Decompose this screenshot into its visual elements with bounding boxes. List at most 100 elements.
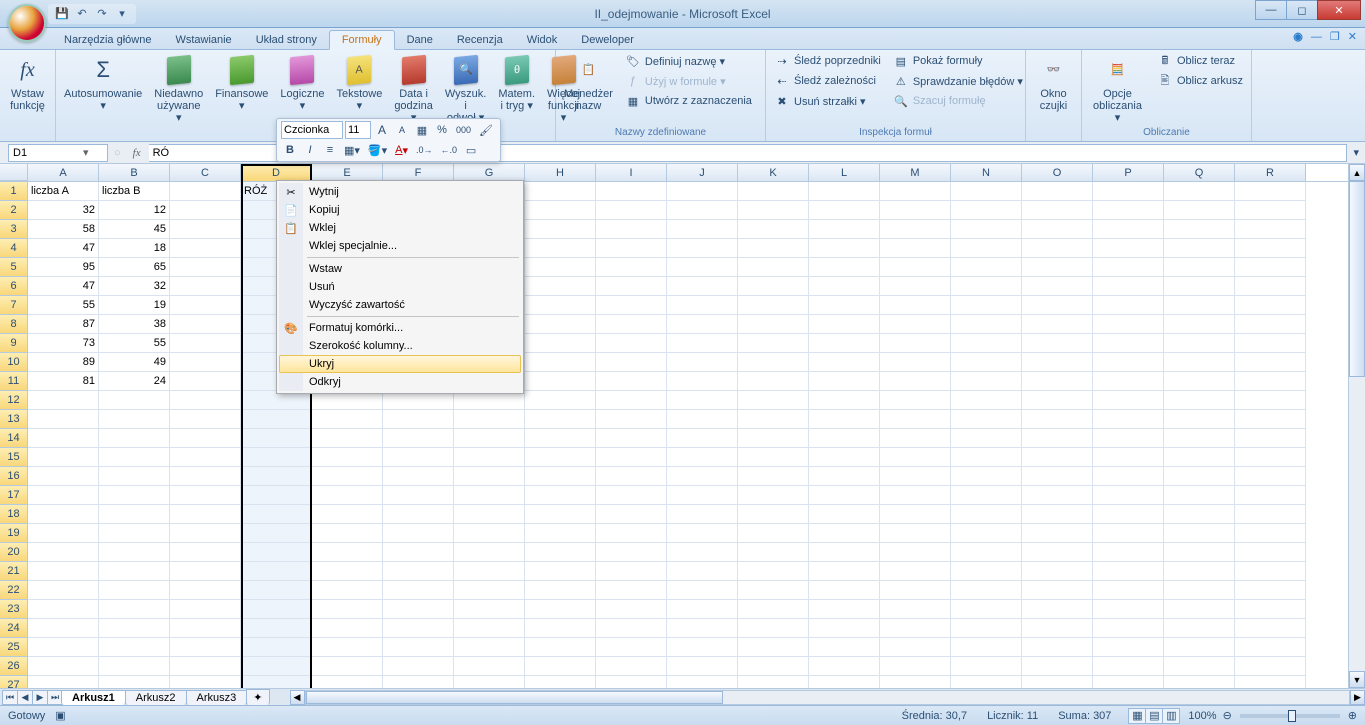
cell[interactable] <box>1235 600 1306 619</box>
calc-now-button[interactable]: 🖩Oblicz teraz <box>1153 52 1247 70</box>
cell[interactable] <box>170 676 241 688</box>
cell[interactable] <box>809 239 880 258</box>
cell[interactable] <box>1164 182 1235 201</box>
cell[interactable] <box>1022 448 1093 467</box>
doc-minimize-button[interactable]: — <box>1311 31 1322 43</box>
cell[interactable] <box>99 543 170 562</box>
cell[interactable]: 55 <box>99 334 170 353</box>
cell[interactable] <box>596 391 667 410</box>
row-header[interactable]: 10 <box>0 353 28 372</box>
column-header-H[interactable]: H <box>525 164 596 181</box>
cell[interactable] <box>667 543 738 562</box>
cell[interactable] <box>28 486 99 505</box>
cell[interactable] <box>1235 239 1306 258</box>
cell[interactable] <box>951 410 1022 429</box>
cell[interactable] <box>1093 410 1164 429</box>
cell[interactable] <box>738 676 809 688</box>
column-header-P[interactable]: P <box>1093 164 1164 181</box>
cell[interactable] <box>170 372 241 391</box>
cell[interactable] <box>738 505 809 524</box>
cell[interactable] <box>1093 619 1164 638</box>
row-header[interactable]: 12 <box>0 391 28 410</box>
cell[interactable] <box>525 448 596 467</box>
scroll-up-button[interactable]: ▲ <box>1349 164 1365 181</box>
context-cut[interactable]: ✂Wytnij <box>279 183 521 201</box>
cell[interactable] <box>880 201 951 220</box>
cell[interactable] <box>809 524 880 543</box>
cell[interactable]: 18 <box>99 239 170 258</box>
cell[interactable] <box>241 448 312 467</box>
cell[interactable] <box>28 676 99 688</box>
cell[interactable] <box>880 296 951 315</box>
sheet-prev-button[interactable]: ◀ <box>17 690 33 705</box>
cell[interactable] <box>1093 657 1164 676</box>
cell[interactable] <box>99 619 170 638</box>
cell[interactable] <box>1164 429 1235 448</box>
cell[interactable]: 55 <box>28 296 99 315</box>
cell[interactable] <box>667 448 738 467</box>
row-header[interactable]: 18 <box>0 505 28 524</box>
cell[interactable] <box>170 258 241 277</box>
cell[interactable] <box>809 220 880 239</box>
cell[interactable] <box>596 220 667 239</box>
cell[interactable] <box>1235 486 1306 505</box>
cell[interactable] <box>312 581 383 600</box>
cell[interactable] <box>312 486 383 505</box>
logical-button[interactable]: Logiczne▾ <box>276 52 328 114</box>
cell[interactable] <box>1164 239 1235 258</box>
cell[interactable] <box>1164 619 1235 638</box>
cell[interactable] <box>596 467 667 486</box>
help-icon[interactable]: ◉ <box>1293 30 1303 43</box>
select-all-corner[interactable] <box>0 164 28 181</box>
cell[interactable]: liczba B <box>99 182 170 201</box>
cell[interactable] <box>1022 220 1093 239</box>
cell[interactable] <box>738 391 809 410</box>
cell[interactable] <box>880 182 951 201</box>
cell[interactable] <box>241 657 312 676</box>
cell[interactable] <box>170 448 241 467</box>
cell[interactable] <box>1235 353 1306 372</box>
cell[interactable] <box>1022 505 1093 524</box>
cell[interactable]: 12 <box>99 201 170 220</box>
tab-insert[interactable]: Wstawianie <box>163 31 243 49</box>
cell[interactable] <box>951 353 1022 372</box>
cell[interactable] <box>28 581 99 600</box>
cell[interactable] <box>809 619 880 638</box>
cell[interactable] <box>738 657 809 676</box>
cell[interactable] <box>99 467 170 486</box>
cell[interactable] <box>525 581 596 600</box>
cell[interactable]: Y NIE <box>525 372 596 391</box>
cell[interactable] <box>1235 638 1306 657</box>
cell[interactable] <box>809 467 880 486</box>
cell[interactable] <box>596 448 667 467</box>
cell[interactable] <box>454 638 525 657</box>
cell[interactable] <box>667 296 738 315</box>
cell[interactable] <box>241 429 312 448</box>
cell[interactable] <box>880 600 951 619</box>
cell[interactable] <box>1093 676 1164 688</box>
cell[interactable] <box>1022 182 1093 201</box>
cell[interactable] <box>1235 277 1306 296</box>
cell[interactable] <box>241 676 312 688</box>
cell[interactable] <box>880 239 951 258</box>
row-header[interactable]: 25 <box>0 638 28 657</box>
scroll-down-button[interactable]: ▼ <box>1349 671 1365 688</box>
cell[interactable] <box>1093 486 1164 505</box>
cell[interactable] <box>1093 315 1164 334</box>
cell[interactable]: 32 <box>28 201 99 220</box>
cell[interactable] <box>312 410 383 429</box>
cell[interactable] <box>738 524 809 543</box>
cell[interactable] <box>738 448 809 467</box>
cell[interactable] <box>738 277 809 296</box>
sheet-tab-2[interactable]: Arkusz2 <box>125 690 187 705</box>
cell[interactable] <box>951 600 1022 619</box>
cell[interactable] <box>1235 220 1306 239</box>
cell[interactable] <box>170 581 241 600</box>
row-header[interactable]: 6 <box>0 277 28 296</box>
cell[interactable] <box>1235 619 1306 638</box>
cell[interactable] <box>667 391 738 410</box>
cell[interactable] <box>880 315 951 334</box>
cell[interactable] <box>28 505 99 524</box>
cell[interactable] <box>667 334 738 353</box>
cell[interactable] <box>596 638 667 657</box>
